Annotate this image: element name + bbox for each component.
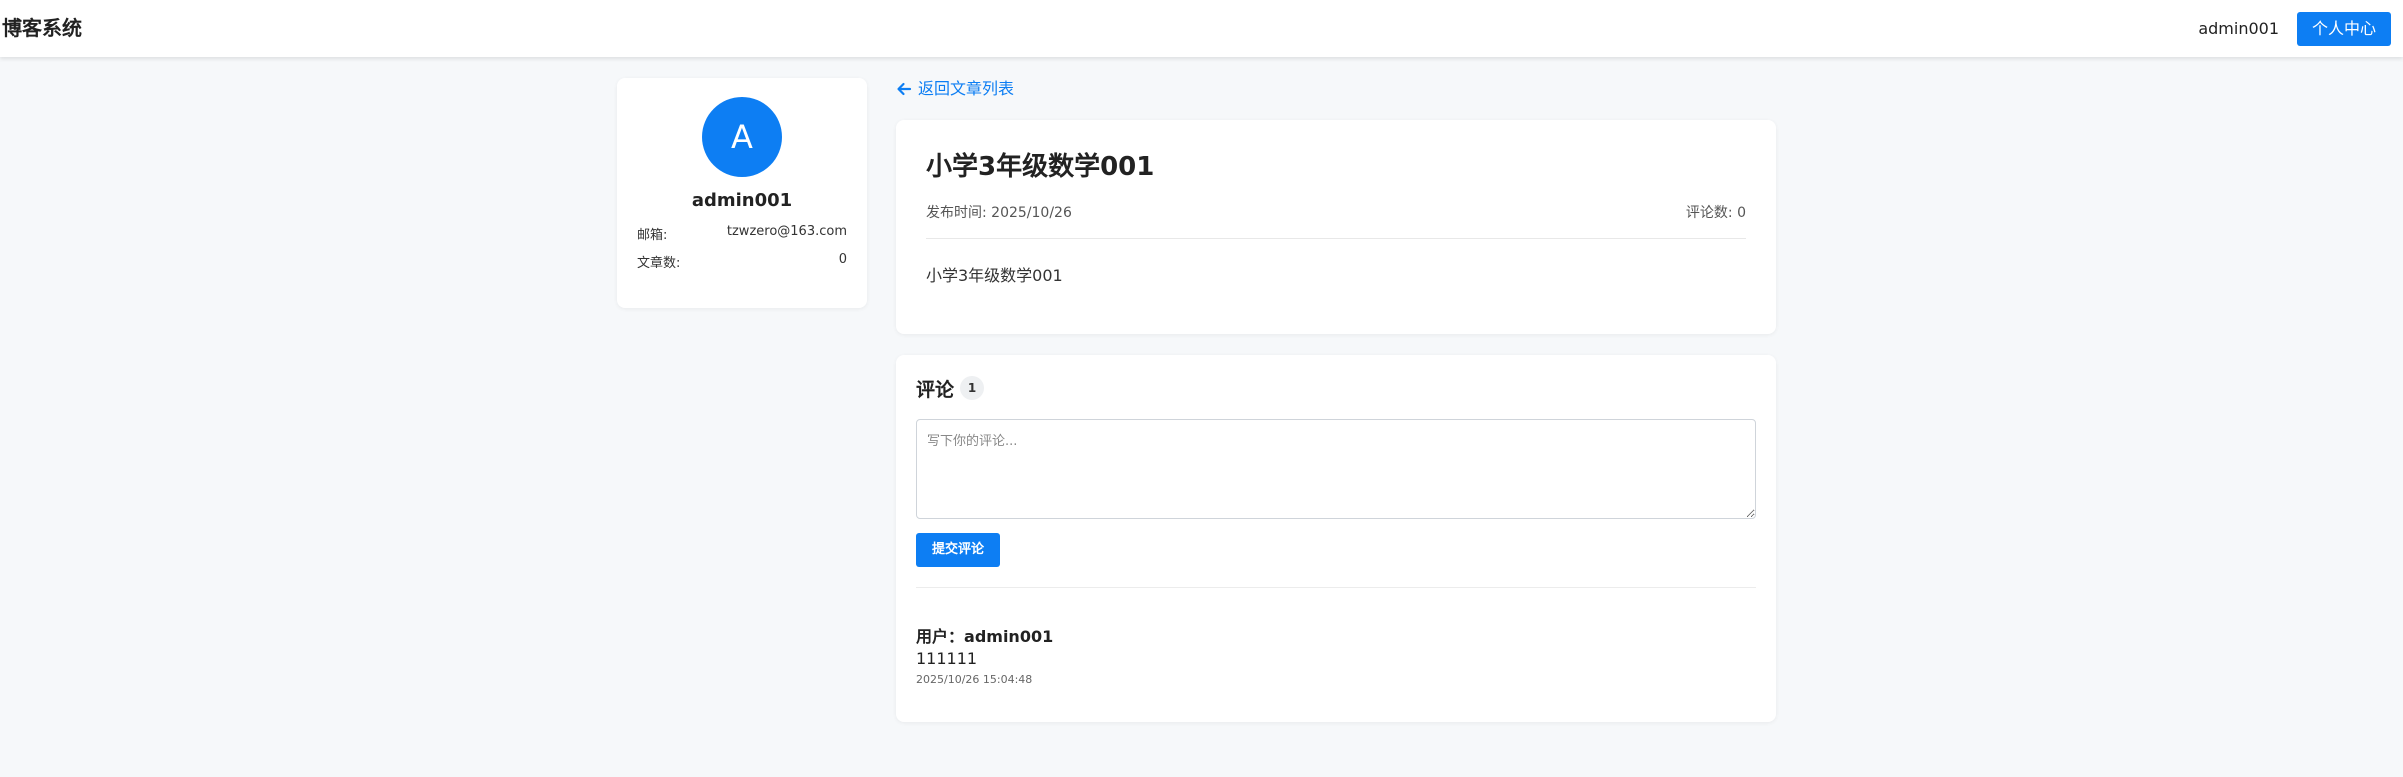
submit-comment-button[interactable]: 提交评论 — [916, 533, 1000, 567]
comment-author-name: admin001 — [964, 627, 1054, 646]
article-body: 小学3年级数学001 — [926, 266, 1063, 285]
comment-author: 用户：admin001 — [916, 623, 1053, 647]
comments-heading: 评论 — [916, 379, 955, 401]
back-link-label: 返回文章列表 — [918, 79, 1015, 98]
article-title: 小学3年级数学001 — [926, 152, 1155, 182]
publish-time: 发布时间: 2025/10/26 — [926, 205, 1072, 221]
comment-count-meta: 评论数: 0 — [1685, 205, 1746, 221]
profile-card: A admin001 邮箱: tzwzero@163.com 文章数: 0 — [617, 78, 867, 308]
profile-name: admin001 — [691, 190, 793, 211]
divider — [916, 587, 1756, 588]
top-navbar: 博客系统 admin001 个人中心 — [0, 0, 2403, 57]
nav-username: admin001 — [2198, 19, 2279, 38]
comments-card: 评论 1 提交评论 用户：admin001 111111 2025/10/26 … — [896, 355, 1776, 722]
divider — [926, 238, 1746, 239]
comment-count-badge: 1 — [960, 376, 984, 400]
brand-title[interactable]: 博客系统 — [2, 0, 82, 57]
comment-text: 111111 — [916, 649, 978, 668]
avatar: A — [702, 97, 782, 177]
arrow-left-icon — [897, 82, 912, 96]
article-card: 小学3年级数学001 发布时间: 2025/10/26 评论数: 0 小学3年级… — [896, 120, 1776, 334]
post-count-row: 文章数: 0 — [637, 252, 847, 272]
profile-center-button[interactable]: 个人中心 — [2297, 12, 2391, 46]
comment-time: 2025/10/26 15:04:48 — [916, 673, 1033, 686]
email-row: 邮箱: tzwzero@163.com — [637, 224, 847, 244]
post-count-value: 0 — [838, 252, 847, 267]
email-label: 邮箱: — [637, 228, 668, 243]
post-count-label: 文章数: — [637, 256, 681, 271]
email-value: tzwzero@163.com — [726, 224, 847, 239]
comment-input[interactable] — [916, 419, 1756, 519]
comment-author-label: 用户： — [916, 627, 965, 646]
